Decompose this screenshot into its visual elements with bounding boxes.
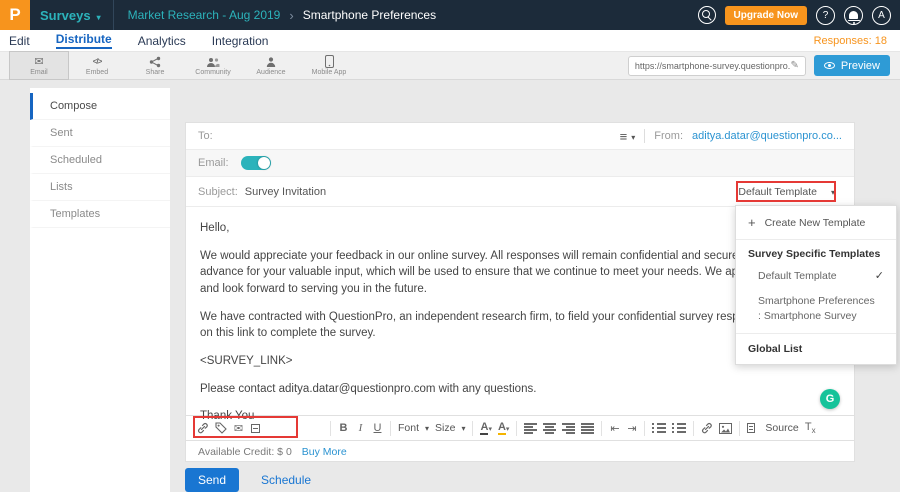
responses-count[interactable]: Responses: 18 xyxy=(814,35,891,47)
surveys-menu-label: Surveys xyxy=(40,8,91,23)
to-row-right: From: aditya.datar@questionpro.co... xyxy=(620,129,842,144)
section-survey-specific-templates: Survey Specific Templates xyxy=(736,240,896,263)
survey-url-text: https://smartphone-survey.questionpro... xyxy=(635,61,791,71)
chevron-down-icon xyxy=(631,129,635,143)
divider xyxy=(644,129,645,143)
from-address[interactable]: aditya.datar@questionpro.co... xyxy=(692,130,842,142)
buy-more-link[interactable]: Buy More xyxy=(302,446,347,458)
tab-integration[interactable]: Integration xyxy=(212,34,269,48)
topbar-divider xyxy=(113,0,114,30)
breadcrumb-separator-icon xyxy=(289,8,293,23)
sidebar-item-sent[interactable]: Sent xyxy=(30,120,170,147)
person-icon xyxy=(265,55,277,68)
send-button[interactable]: Send xyxy=(185,468,239,492)
list-icon xyxy=(620,129,628,144)
sidebar-item-templates[interactable]: Templates xyxy=(30,201,170,228)
sidebar-item-label: Compose xyxy=(50,100,97,112)
plus-icon xyxy=(748,215,756,230)
check-icon xyxy=(875,269,884,282)
topbar: P Surveys Market Research - Aug 2019 Sma… xyxy=(0,0,900,30)
subject-row: Subject: Survey Invitation Default Templ… xyxy=(186,177,854,207)
questionpro-logo[interactable]: P xyxy=(0,0,30,30)
survey-url-field[interactable]: https://smartphone-survey.questionpro... xyxy=(628,56,806,76)
eye-icon xyxy=(824,62,835,69)
channel-label: Community xyxy=(195,69,230,76)
email-body-paragraph: Thank You xyxy=(200,408,840,425)
share-icon xyxy=(149,55,161,68)
tab-edit[interactable]: Edit xyxy=(9,34,30,48)
template-dropdown-menu: Create New Template Survey Specific Temp… xyxy=(735,205,897,365)
upgrade-now-button[interactable]: Upgrade Now xyxy=(725,6,807,25)
credit-row: Available Credit: $ 0 Buy More xyxy=(186,441,854,463)
sidebar-item-label: Scheduled xyxy=(50,154,102,166)
sidebar-item-scheduled[interactable]: Scheduled xyxy=(30,147,170,174)
subject-value[interactable]: Survey Invitation xyxy=(245,186,326,198)
option-label-line1: Smartphone Preferences xyxy=(758,294,875,309)
subject-label: Subject: xyxy=(198,186,238,198)
option-label-line2: : Smartphone Survey xyxy=(758,309,857,324)
send-row: Send Schedule xyxy=(185,468,311,492)
schedule-link[interactable]: Schedule xyxy=(261,473,311,487)
bell-icon xyxy=(849,11,858,19)
email-body-paragraph: Please contact aditya.datar@questionpro.… xyxy=(200,381,840,398)
template-selector-label: Default Template xyxy=(738,186,817,198)
phone-icon xyxy=(325,55,334,68)
community-icon xyxy=(206,55,220,68)
preview-label: Preview xyxy=(841,60,880,72)
channel-email[interactable]: Email xyxy=(10,52,68,79)
survey-nav-tabs: Edit Distribute Analytics Integration Re… xyxy=(0,30,900,52)
surveys-menu[interactable]: Surveys xyxy=(30,0,113,30)
available-credit-label: Available Credit: $ 0 xyxy=(198,446,292,458)
channel-embed[interactable]: Embed xyxy=(68,52,126,79)
preview-button[interactable]: Preview xyxy=(814,55,890,76)
breadcrumb-folder[interactable]: Market Research - Aug 2019 xyxy=(128,8,281,22)
email-toggle-row: Email: xyxy=(186,150,854,177)
sidebar-item-label: Sent xyxy=(50,127,73,139)
notifications-button[interactable] xyxy=(844,6,863,25)
tab-distribute[interactable]: Distribute xyxy=(56,32,112,49)
option-default-template[interactable]: Default Template xyxy=(736,263,896,288)
help-button[interactable]: ? xyxy=(816,6,835,25)
sidebar-item-lists[interactable]: Lists xyxy=(30,174,170,201)
channel-label: Share xyxy=(146,69,165,76)
tab-analytics[interactable]: Analytics xyxy=(138,34,186,48)
email-label: Email: xyxy=(198,157,229,169)
channel-bar-right: https://smartphone-survey.questionpro...… xyxy=(628,55,890,76)
create-new-template-label: Create New Template xyxy=(765,217,866,229)
channel-label: Email xyxy=(30,69,48,76)
sidebar-item-compose[interactable]: Compose xyxy=(30,93,170,120)
edit-url-icon[interactable] xyxy=(790,60,798,71)
code-icon xyxy=(93,55,102,68)
channel-mobile-app[interactable]: Mobile App xyxy=(300,52,358,79)
create-new-template-item[interactable]: Create New Template xyxy=(736,206,896,240)
channel-audience[interactable]: Audience xyxy=(242,52,300,79)
option-smartphone-preferences[interactable]: Smartphone Preferences : Smartphone Surv… xyxy=(736,288,896,329)
channel-label: Embed xyxy=(86,69,108,76)
recipient-list-button[interactable] xyxy=(620,129,636,144)
channel-community[interactable]: Community xyxy=(184,52,242,79)
distribute-channel-bar: Email Embed Share Community Audience Mob… xyxy=(0,52,900,80)
topbar-actions: Upgrade Now ? A xyxy=(698,6,900,25)
option-label: Default Template xyxy=(758,270,837,282)
email-toggle[interactable] xyxy=(241,156,271,170)
sidebar-item-label: Templates xyxy=(50,208,100,220)
section-global-list: Global List xyxy=(736,333,896,364)
email-icon xyxy=(34,55,43,68)
from-label: From: xyxy=(654,130,683,142)
channel-label: Audience xyxy=(256,69,285,76)
search-icon[interactable] xyxy=(698,6,716,24)
to-row: To: From: aditya.datar@questionpro.co... xyxy=(186,123,854,150)
channel-label: Mobile App xyxy=(312,69,347,76)
grammarly-badge[interactable]: G xyxy=(820,389,840,409)
template-selector[interactable]: Default Template xyxy=(731,183,842,201)
avatar[interactable]: A xyxy=(872,6,891,25)
chevron-down-icon xyxy=(831,186,835,198)
channel-share[interactable]: Share xyxy=(126,52,184,79)
email-sidebar: Compose Sent Scheduled Lists Templates xyxy=(30,88,170,492)
breadcrumb-survey-name: Smartphone Preferences xyxy=(303,8,436,22)
remove-format-x: x xyxy=(812,426,816,435)
sidebar-item-label: Lists xyxy=(50,181,73,193)
chevron-down-icon xyxy=(97,8,101,23)
to-label: To: xyxy=(198,130,213,142)
